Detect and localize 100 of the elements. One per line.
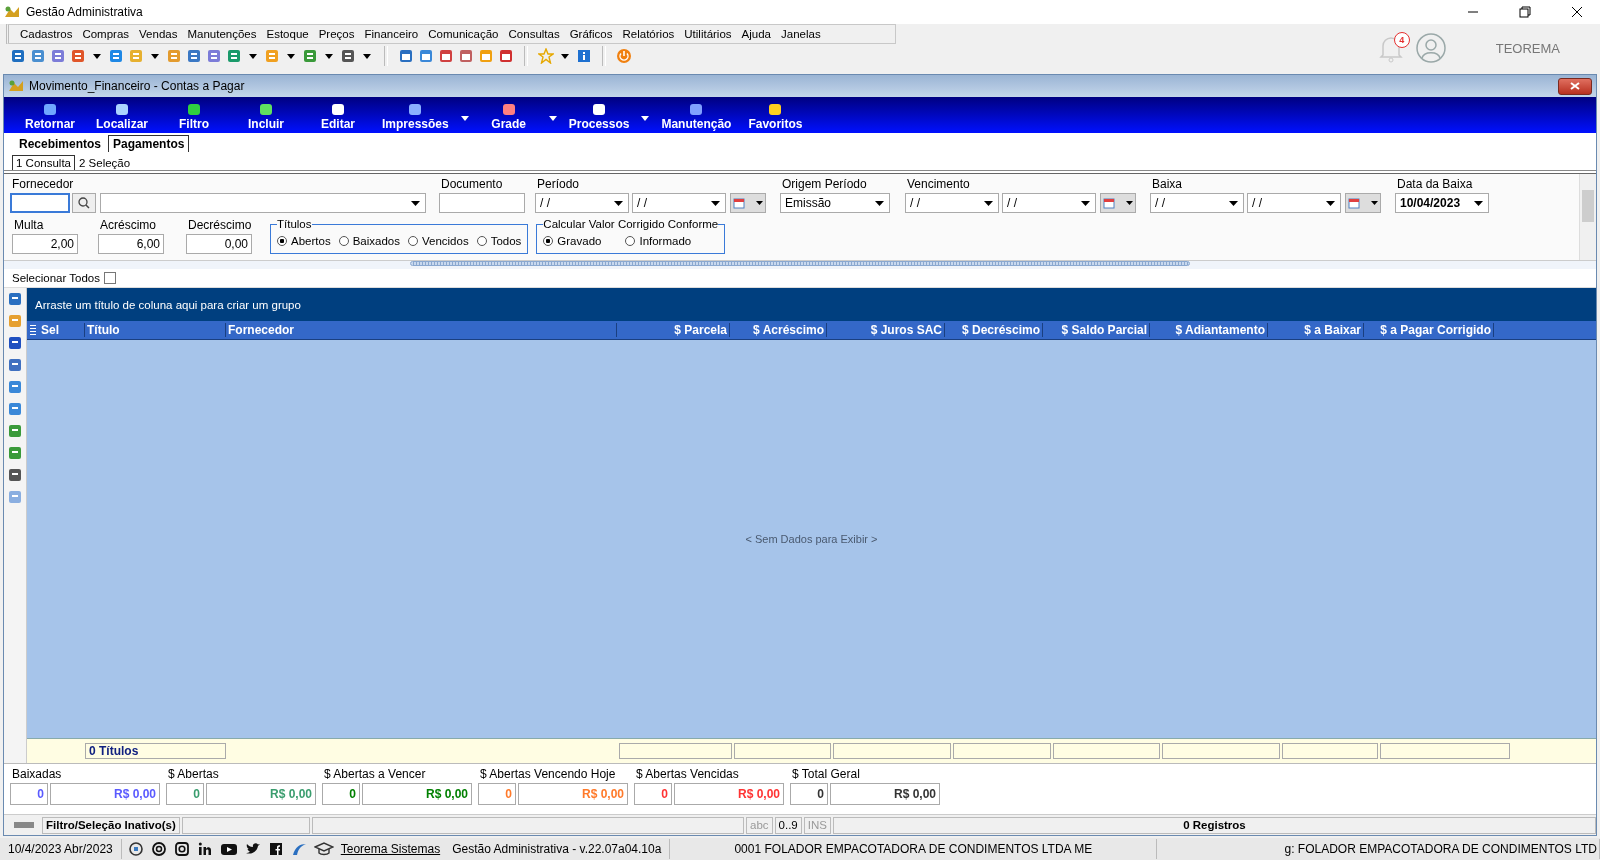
- radio-option[interactable]: Gravado: [543, 234, 602, 247]
- radio-option[interactable]: Vencidos: [407, 234, 469, 247]
- caret-icon[interactable]: [249, 53, 257, 59]
- total-label: $ Abertas a Vencer: [324, 767, 427, 781]
- date-field[interactable]: / /: [1150, 193, 1244, 213]
- date-field[interactable]: / /: [1002, 193, 1096, 213]
- supplier-code-field[interactable]: [10, 193, 70, 213]
- menu-item[interactable]: Vendas: [134, 28, 183, 40]
- column-chooser-icon[interactable]: [29, 323, 37, 337]
- caret-icon[interactable]: [561, 53, 569, 59]
- graduation-cap-icon[interactable]: [313, 841, 334, 857]
- date-field[interactable]: / /: [1247, 193, 1341, 213]
- facebook-icon[interactable]: [267, 841, 284, 857]
- column-header[interactable]: $ Acréscimo: [730, 323, 827, 337]
- calendar-button[interactable]: [730, 193, 766, 213]
- menu-item[interactable]: Gráficos: [564, 28, 618, 40]
- website-link[interactable]: Teorema Sistemas: [340, 842, 441, 856]
- toolbar-button[interactable]: Manutenção: [653, 103, 740, 133]
- caret-icon[interactable]: [548, 115, 557, 121]
- toolbar-button[interactable]: Processos: [560, 103, 638, 133]
- menu-item[interactable]: Utilitários: [679, 28, 737, 40]
- power-icon[interactable]: [616, 48, 632, 64]
- menu-item[interactable]: Consultas: [503, 28, 565, 40]
- info-icon[interactable]: [576, 48, 592, 64]
- column-header[interactable]: Fornecedor: [226, 323, 617, 337]
- menu-item[interactable]: Ajuda: [736, 28, 776, 40]
- caret-icon[interactable]: [287, 53, 295, 59]
- caret-icon[interactable]: [325, 53, 333, 59]
- toolbar-button[interactable]: Incluir: [230, 103, 302, 133]
- scrollbar[interactable]: [1579, 174, 1596, 260]
- menu-item[interactable]: Cadastros: [15, 28, 78, 40]
- column-header[interactable]: Título: [85, 323, 226, 337]
- date-field[interactable]: / /: [905, 193, 999, 213]
- radio-option[interactable]: Todos: [476, 234, 522, 247]
- calendar-icon[interactable]: [398, 48, 414, 64]
- caret-icon[interactable]: [363, 53, 371, 59]
- menu-item[interactable]: Comunicação: [423, 28, 504, 40]
- restore-icon[interactable]: [1519, 6, 1531, 18]
- column-header[interactable]: $ a Pagar Corrigido: [1364, 323, 1494, 337]
- calendar-button[interactable]: [1345, 193, 1381, 213]
- support-icon[interactable]: [127, 841, 144, 857]
- calendar-button[interactable]: [1100, 193, 1136, 213]
- youtube-icon[interactable]: [219, 841, 238, 857]
- select-all-checkbox[interactable]: Selecionar Todos: [12, 272, 116, 284]
- origin-dropdown[interactable]: Emissão: [780, 193, 890, 213]
- caret-icon: [711, 200, 720, 206]
- document-field[interactable]: [439, 193, 525, 213]
- total-label: $ Abertas Vencendo Hoje: [480, 767, 617, 781]
- column-header[interactable]: $ Saldo Parcial: [1043, 323, 1150, 337]
- column-header[interactable]: $ Decréscimo: [945, 323, 1043, 337]
- toolbar-button[interactable]: Editar: [302, 103, 374, 133]
- field-label: Origem Período: [782, 177, 868, 191]
- menu-item[interactable]: Preços: [313, 28, 360, 40]
- menu-item[interactable]: Financeiro: [359, 28, 424, 40]
- discount-field[interactable]: 0,00: [186, 234, 252, 254]
- toolbar-button[interactable]: Favoritos: [739, 103, 812, 133]
- radio-option[interactable]: Abertos: [277, 234, 331, 247]
- app-title: Gestão Administrativa: [26, 5, 143, 19]
- menu-item[interactable]: Relatórios: [617, 28, 680, 40]
- caret-icon: [1326, 200, 1335, 206]
- caret-icon[interactable]: [93, 53, 101, 59]
- calendar-icon[interactable]: [438, 48, 454, 64]
- column-header[interactable]: $ Juros SAC: [827, 323, 945, 337]
- radio-option[interactable]: Baixados: [338, 234, 400, 247]
- column-header[interactable]: $ Adiantamento: [1150, 323, 1268, 337]
- tab[interactable]: Pagamentos: [108, 135, 190, 152]
- swoosh-icon[interactable]: [290, 841, 307, 857]
- toolbar-button[interactable]: Retornar: [14, 103, 86, 133]
- column-header[interactable]: $ a Baixar: [1268, 323, 1364, 337]
- caret-icon[interactable]: [460, 115, 469, 121]
- tab[interactable]: 1 Consulta: [12, 155, 75, 170]
- menu-item[interactable]: Manutenções: [182, 28, 262, 40]
- toolbar-button[interactable]: Impressões: [374, 103, 457, 133]
- instagram-icon[interactable]: [173, 841, 190, 857]
- radio-option[interactable]: Informado: [625, 234, 692, 247]
- calendar-icon[interactable]: [458, 48, 474, 64]
- close-button[interactable]: [1558, 77, 1592, 95]
- date-field[interactable]: / /: [535, 193, 629, 213]
- column-header[interactable]: $ Parcela: [617, 323, 730, 337]
- search-button[interactable]: [72, 193, 96, 213]
- menu-item[interactable]: Compras: [77, 28, 135, 40]
- menu-item[interactable]: Estoque: [261, 28, 314, 40]
- toolbar-button[interactable]: Localizar: [86, 103, 158, 133]
- caret-icon[interactable]: [151, 53, 159, 59]
- splitter-handle[interactable]: [410, 261, 1190, 266]
- tab[interactable]: Recebimentos: [14, 135, 107, 152]
- close-icon[interactable]: [1571, 6, 1583, 18]
- email-icon[interactable]: [150, 841, 167, 857]
- surcharge-field[interactable]: 6,00: [98, 234, 164, 254]
- date-field[interactable]: 10/04/2023: [1395, 193, 1489, 213]
- linkedin-icon[interactable]: [196, 841, 213, 857]
- caret-icon[interactable]: [641, 115, 650, 121]
- fine-field[interactable]: 2,00: [12, 234, 78, 254]
- date-field[interactable]: / /: [632, 193, 726, 213]
- tab[interactable]: 2 Seleção: [75, 155, 135, 170]
- column-header[interactable]: Sel: [39, 323, 85, 337]
- toolbar-button[interactable]: Grade: [472, 103, 545, 133]
- toolbar-button[interactable]: Filtro: [158, 103, 230, 133]
- menu-item[interactable]: Janelas: [776, 28, 826, 40]
- twitter-icon[interactable]: [244, 841, 261, 857]
